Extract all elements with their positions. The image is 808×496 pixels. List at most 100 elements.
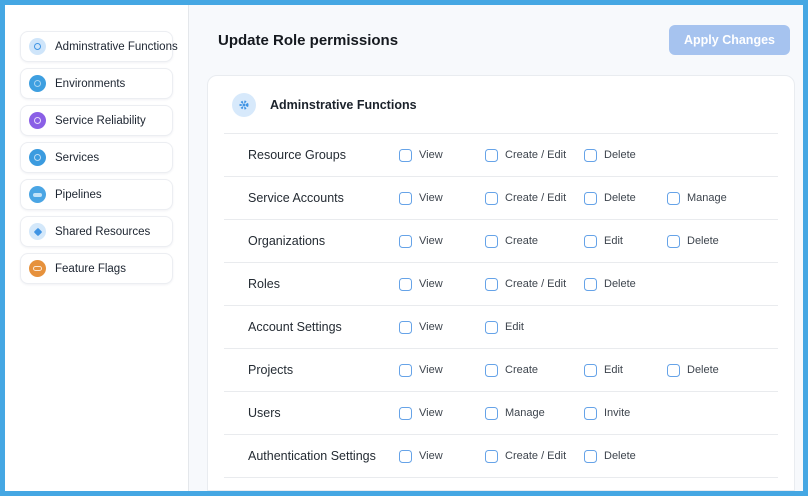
diamond-icon [29, 223, 46, 240]
sidebar: Adminstrative Functions Environments Ser… [5, 5, 189, 491]
permission-option-edit[interactable]: Edit [485, 321, 584, 334]
checkbox-delete[interactable] [584, 149, 597, 162]
checkbox-create[interactable] [485, 235, 498, 248]
checkbox-label: Delete [604, 149, 636, 161]
sidebar-item-shared-resources[interactable]: Shared Resources [20, 216, 173, 247]
panel-title: Adminstrative Functions [270, 98, 417, 112]
permission-option-create-edit[interactable]: Create / Edit [485, 450, 584, 463]
permission-option-delete[interactable]: Delete [667, 235, 794, 248]
checkbox-create[interactable] [485, 364, 498, 377]
checkbox-delete[interactable] [584, 192, 597, 205]
permission-option-view[interactable]: View [399, 407, 485, 420]
permission-option-view[interactable]: View [399, 450, 485, 463]
sidebar-item-label: Services [55, 152, 99, 164]
permission-row-user-groups: User Groups ViewManage [208, 478, 794, 491]
apply-changes-button[interactable]: Apply Changes [669, 25, 790, 55]
shield-icon [29, 112, 46, 129]
pipeline-icon [29, 186, 46, 203]
checkbox-label: Create / Edit [505, 192, 566, 204]
permission-option-create-edit[interactable]: Create / Edit [485, 278, 584, 291]
checkbox-create-edit[interactable] [485, 450, 498, 463]
permission-row-label: Account Settings [248, 320, 399, 334]
checkbox-edit[interactable] [584, 364, 597, 377]
checkbox-label: View [419, 192, 443, 204]
checkbox-label: Delete [604, 278, 636, 290]
checkbox-edit[interactable] [584, 235, 597, 248]
permission-option-create-edit[interactable]: Create / Edit [485, 149, 584, 162]
permission-row-label: Organizations [248, 234, 399, 248]
permission-option-delete[interactable]: Delete [584, 149, 667, 162]
checkbox-edit[interactable] [485, 321, 498, 334]
permission-option-view[interactable]: View [399, 321, 485, 334]
page-title: Update Role permissions [218, 32, 398, 49]
permission-row-authentication-settings: Authentication Settings ViewCreate / Edi… [208, 435, 794, 477]
permission-option-view[interactable]: View [399, 149, 485, 162]
checkbox-label: View [419, 278, 443, 290]
permission-option-invite[interactable]: Invite [584, 407, 667, 420]
sidebar-item-environments[interactable]: Environments [20, 68, 173, 99]
checkbox-delete[interactable] [667, 364, 680, 377]
permission-row-label: Projects [248, 363, 399, 377]
checkbox-label: Edit [505, 321, 524, 333]
checkbox-label: Create [505, 235, 538, 247]
permission-option-delete[interactable]: Delete [584, 450, 667, 463]
permission-option-manage[interactable]: Manage [667, 192, 794, 205]
permission-row-label: Users [248, 406, 399, 420]
permission-option-create[interactable]: Create [485, 364, 584, 377]
checkbox-view[interactable] [399, 450, 412, 463]
icon-glyph [33, 266, 42, 271]
permission-option-create-edit[interactable]: Create / Edit [485, 192, 584, 205]
permission-option-delete[interactable]: Delete [667, 364, 794, 377]
checkbox-view[interactable] [399, 407, 412, 420]
checkbox-label: View [419, 149, 443, 161]
permission-option-edit[interactable]: Edit [584, 235, 667, 248]
sidebar-item-label: Pipelines [55, 189, 102, 201]
permission-option-delete[interactable]: Delete [584, 278, 667, 291]
sidebar-item-services[interactable]: Services [20, 142, 173, 173]
sidebar-item-adminstrative-functions[interactable]: Adminstrative Functions [20, 31, 173, 62]
checkbox-manage[interactable] [485, 407, 498, 420]
permission-option-view[interactable]: View [399, 364, 485, 377]
gear-icon [29, 38, 46, 55]
checkbox-delete[interactable] [584, 278, 597, 291]
checkbox-create-edit[interactable] [485, 278, 498, 291]
sidebar-item-label: Service Reliability [55, 115, 146, 127]
gear-icon-glyph [238, 99, 250, 111]
permission-row-label: Service Accounts [248, 191, 399, 205]
permission-row-roles: Roles ViewCreate / EditDelete [208, 263, 794, 305]
permission-option-manage[interactable]: Manage [485, 407, 584, 420]
checkbox-view[interactable] [399, 192, 412, 205]
permission-row-organizations: Organizations View Create EditDelete [208, 220, 794, 262]
checkbox-create-edit[interactable] [485, 149, 498, 162]
checkbox-view[interactable] [399, 235, 412, 248]
sidebar-item-label: Shared Resources [55, 226, 150, 238]
permission-option-view[interactable]: View [399, 235, 485, 248]
checkbox-label: Delete [604, 192, 636, 204]
checkbox-invite[interactable] [584, 407, 597, 420]
permission-option-edit[interactable]: Edit [584, 364, 667, 377]
sidebar-item-feature-flags[interactable]: Feature Flags [20, 253, 173, 284]
icon-glyph [34, 43, 41, 50]
icon-glyph [34, 154, 41, 161]
checkbox-delete[interactable] [584, 450, 597, 463]
checkbox-view[interactable] [399, 364, 412, 377]
target-icon [29, 149, 46, 166]
checkbox-view[interactable] [399, 278, 412, 291]
checkbox-label: View [419, 321, 443, 333]
checkbox-create-edit[interactable] [485, 192, 498, 205]
checkbox-delete[interactable] [667, 235, 680, 248]
permission-option-view[interactable]: View [399, 192, 485, 205]
permission-option-create[interactable]: Create [485, 235, 584, 248]
permission-option-view[interactable]: View [399, 278, 485, 291]
permission-row-account-settings: Account Settings View Edit [208, 306, 794, 348]
icon-glyph [33, 227, 41, 235]
permission-option-delete[interactable]: Delete [584, 192, 667, 205]
checkbox-label: Create / Edit [505, 278, 566, 290]
sidebar-item-pipelines[interactable]: Pipelines [20, 179, 173, 210]
permission-row-label: Resource Groups [248, 148, 399, 162]
checkbox-manage[interactable] [667, 192, 680, 205]
checkbox-view[interactable] [399, 149, 412, 162]
sidebar-item-service-reliability[interactable]: Service Reliability [20, 105, 173, 136]
checkbox-view[interactable] [399, 321, 412, 334]
main-content: Update Role permissions Apply Changes Ad… [189, 5, 803, 491]
